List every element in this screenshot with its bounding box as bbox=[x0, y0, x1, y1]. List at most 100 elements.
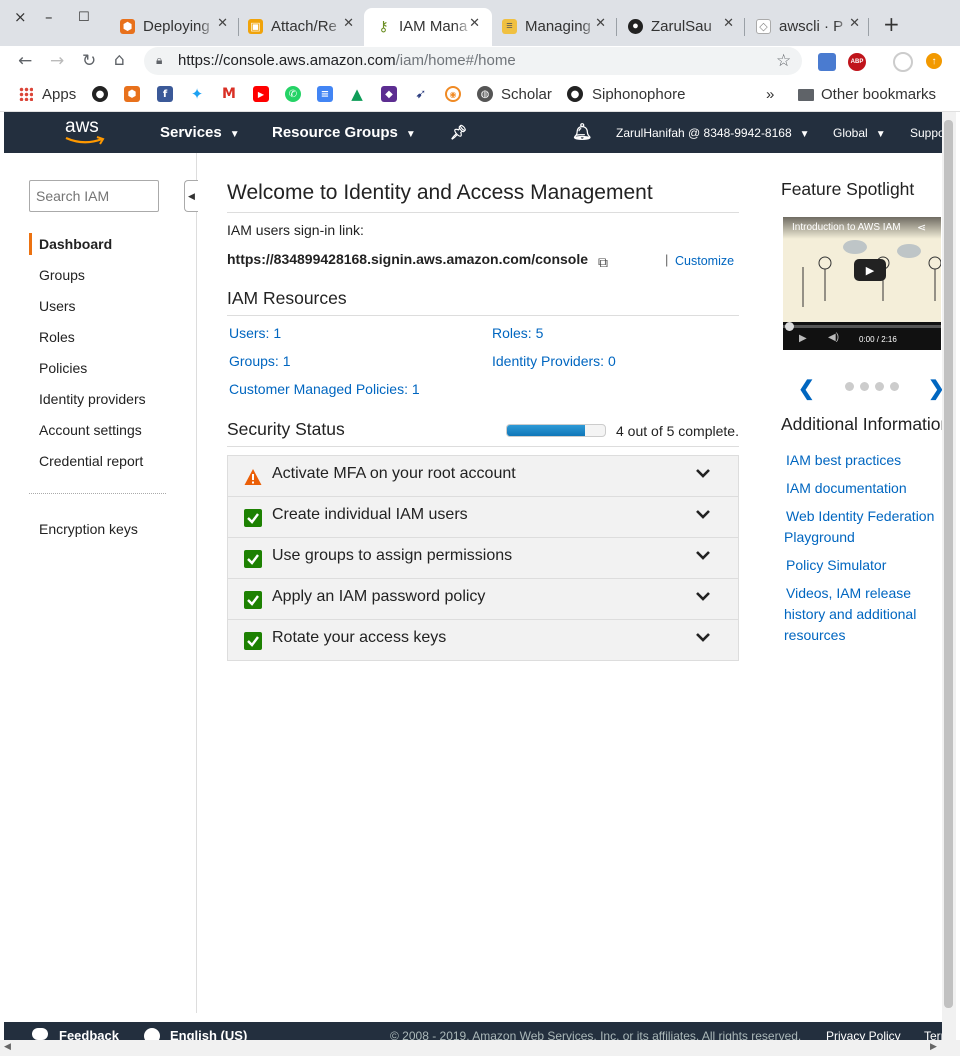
groups-count-link[interactable]: Groups: 1 bbox=[229, 353, 290, 369]
sidebar-item-credential-report[interactable]: Credential report bbox=[39, 453, 143, 469]
play-icon[interactable]: ▶ bbox=[799, 333, 807, 344]
carousel-dot[interactable] bbox=[845, 382, 854, 391]
services-menu[interactable]: Services ▼ bbox=[160, 124, 240, 141]
link-iam-documentation[interactable]: IAM documentation bbox=[786, 478, 907, 499]
facebook-icon[interactable]: f bbox=[157, 86, 173, 102]
users-count-link[interactable]: Users: 1 bbox=[229, 325, 281, 341]
sidebar-item-dashboard[interactable]: Dashboard bbox=[39, 236, 112, 252]
tab-deploying[interactable]: ⬢ Deploying ✕ bbox=[120, 12, 228, 40]
video-scrubber[interactable] bbox=[783, 325, 941, 328]
box-orange-icon[interactable]: ⬢ bbox=[124, 86, 140, 102]
carousel-dot[interactable] bbox=[875, 382, 884, 391]
customer-policies-count-link[interactable]: Customer Managed Policies: 1 bbox=[229, 381, 420, 397]
chevron-down-icon[interactable] bbox=[694, 628, 712, 646]
sidebar-item-groups[interactable]: Groups bbox=[39, 267, 85, 283]
resource-groups-menu[interactable]: Resource Groups ▼ bbox=[272, 124, 416, 141]
maximize-window-icon[interactable]: ☐ bbox=[78, 10, 90, 25]
star-icon[interactable]: ☆ bbox=[776, 51, 791, 71]
link-policy-simulator[interactable]: Policy Simulator bbox=[786, 555, 886, 576]
region-menu[interactable]: Global ▼ bbox=[833, 126, 886, 140]
close-tab-icon[interactable]: ✕ bbox=[595, 16, 606, 31]
adblock-icon[interactable]: ABP bbox=[848, 53, 866, 71]
security-item-access-keys[interactable]: Rotate your access keys bbox=[228, 620, 738, 661]
account-menu[interactable]: ZarulHanifah @ 8348-9942-8168 ▼ bbox=[616, 126, 810, 140]
carousel-dot[interactable] bbox=[890, 382, 899, 391]
cube-icon[interactable]: ◆ bbox=[381, 86, 397, 102]
tab-iam-management[interactable]: ⚷ IAM Mana ✕ bbox=[376, 12, 480, 40]
scrollbar-thumb[interactable] bbox=[944, 120, 953, 1008]
url-text[interactable]: https://console.aws.amazon.com/iam/home#… bbox=[178, 52, 516, 69]
back-icon[interactable]: ← bbox=[18, 51, 32, 71]
extension-icon[interactable] bbox=[818, 53, 836, 71]
identity-providers-count-link[interactable]: Identity Providers: 0 bbox=[492, 353, 616, 369]
aws-logo[interactable]: aws bbox=[65, 116, 99, 138]
carousel-dot[interactable] bbox=[860, 382, 869, 391]
close-tab-icon[interactable]: ✕ bbox=[469, 16, 480, 31]
share-icon[interactable]: ⋖ bbox=[917, 221, 926, 234]
bookmark-apps[interactable]: Apps bbox=[42, 86, 76, 103]
pin-icon[interactable]: 📌︎ bbox=[450, 124, 468, 141]
close-tab-icon[interactable]: ✕ bbox=[723, 16, 734, 31]
play-button[interactable]: ▶ bbox=[854, 259, 886, 281]
sidebar-item-roles[interactable]: Roles bbox=[39, 329, 75, 345]
new-tab-button[interactable]: + bbox=[883, 12, 900, 36]
scroll-right-icon[interactable]: ▶ bbox=[930, 1041, 937, 1052]
bell-icon[interactable]: 🔔︎ bbox=[572, 122, 592, 142]
security-item-iam-users[interactable]: Create individual IAM users bbox=[228, 497, 738, 538]
video-player[interactable]: Introduction to AWS IAM ⋖ ▶ ▶ ◀︎) 0:00 /… bbox=[783, 217, 941, 350]
security-item-password-policy[interactable]: Apply an IAM password policy bbox=[228, 579, 738, 620]
security-item-mfa[interactable]: Activate MFA on your root account bbox=[228, 456, 738, 497]
collapse-sidebar-button[interactable]: ◀ bbox=[184, 180, 198, 212]
tab-managing[interactable]: ≡ Managing ✕ bbox=[502, 12, 606, 40]
bookmarks-overflow-button[interactable]: » bbox=[766, 86, 774, 103]
volume-icon[interactable]: ◀︎) bbox=[828, 332, 839, 343]
close-tab-icon[interactable]: ✕ bbox=[849, 16, 860, 31]
tab-awscli[interactable]: ◇ awscli · P ✕ bbox=[756, 12, 860, 40]
security-item-groups[interactable]: Use groups to assign permissions bbox=[228, 538, 738, 579]
forward-icon[interactable]: → bbox=[50, 51, 64, 71]
sidebar-item-account-settings[interactable]: Account settings bbox=[39, 422, 142, 438]
copy-icon[interactable]: ⧉ bbox=[598, 254, 608, 271]
link-web-identity-federation[interactable]: Web Identity Federation Playground bbox=[784, 506, 942, 548]
chevron-down-icon[interactable] bbox=[694, 505, 712, 523]
close-window-icon[interactable]: × bbox=[14, 8, 27, 26]
profile-icon[interactable] bbox=[893, 52, 913, 72]
home-icon[interactable]: ⌂ bbox=[114, 50, 125, 70]
eye-icon[interactable]: ◉ bbox=[445, 86, 461, 102]
support-menu[interactable]: Support bbox=[910, 126, 942, 140]
scroll-left-icon[interactable]: ◀ bbox=[4, 1041, 11, 1052]
carousel-prev-icon[interactable]: ❮ bbox=[798, 376, 815, 401]
chevron-down-icon[interactable] bbox=[694, 464, 712, 482]
google-drive-icon[interactable]: ▲ bbox=[349, 85, 365, 103]
roles-count-link[interactable]: Roles: 5 bbox=[492, 325, 543, 341]
github-icon[interactable]: ● bbox=[92, 86, 108, 102]
close-tab-icon[interactable]: ✕ bbox=[217, 16, 228, 31]
youtube-icon[interactable]: ▶ bbox=[253, 86, 269, 102]
bird-icon[interactable]: ➹ bbox=[413, 86, 429, 102]
bookmark-other[interactable]: Other bookmarks bbox=[821, 86, 936, 103]
update-icon[interactable]: ↑ bbox=[926, 53, 942, 69]
customize-link[interactable]: Customize bbox=[675, 254, 734, 268]
link-videos-release-history[interactable]: Videos, IAM release history and addition… bbox=[784, 583, 942, 646]
bookmark-siphonophore[interactable]: Siphonophore bbox=[592, 86, 685, 103]
globe-icon[interactable]: ◍ bbox=[477, 86, 493, 102]
tab-zarulsau[interactable]: ● ZarulSau ✕ bbox=[628, 12, 734, 40]
sidebar-item-users[interactable]: Users bbox=[39, 298, 76, 314]
search-iam-input[interactable] bbox=[29, 180, 159, 212]
link-iam-best-practices[interactable]: IAM best practices bbox=[786, 450, 901, 471]
chevron-down-icon[interactable] bbox=[694, 587, 712, 605]
sidebar-item-encryption-keys[interactable]: Encryption keys bbox=[39, 521, 138, 537]
reload-icon[interactable]: ↻ bbox=[82, 51, 96, 71]
sidebar-item-policies[interactable]: Policies bbox=[39, 360, 87, 376]
tab-attach[interactable]: ▣ Attach/Re ✕ bbox=[248, 12, 354, 40]
minimize-window-icon[interactable]: – bbox=[45, 8, 53, 26]
google-docs-icon[interactable]: ≡ bbox=[317, 86, 333, 102]
twitter-icon[interactable]: ✦ bbox=[189, 85, 205, 103]
chevron-down-icon[interactable] bbox=[694, 546, 712, 564]
scrubber-handle[interactable] bbox=[785, 322, 794, 331]
github-icon[interactable]: ● bbox=[567, 86, 583, 102]
horizontal-scrollbar[interactable] bbox=[0, 1040, 960, 1056]
gmail-icon[interactable]: M bbox=[221, 86, 237, 102]
whatsapp-icon[interactable]: ✆ bbox=[285, 86, 301, 102]
bookmark-scholar[interactable]: Scholar bbox=[501, 86, 552, 103]
